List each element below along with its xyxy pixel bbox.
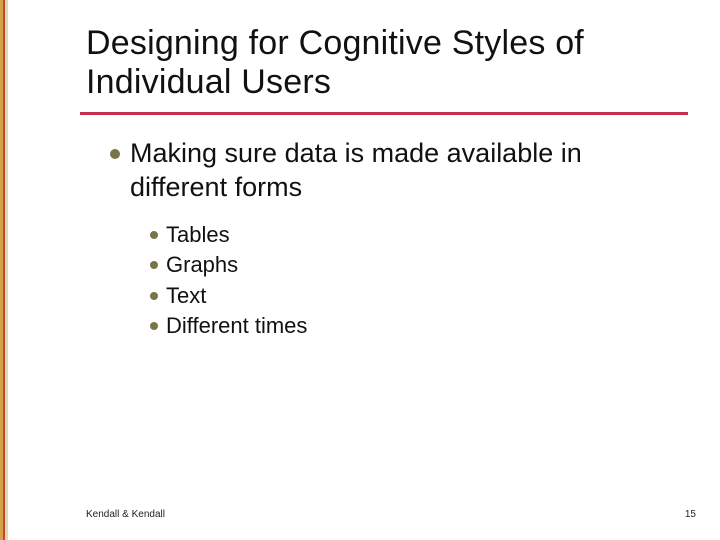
bullet-dot-icon	[150, 231, 158, 239]
bullet-level2: Tables	[150, 221, 680, 250]
bullet-level1: Making sure data is made available in di…	[110, 137, 680, 205]
bullet-level1-text: Making sure data is made available in di…	[130, 137, 680, 205]
bullet-level2-text: Text	[166, 282, 206, 311]
bullet-level2-text: Graphs	[166, 251, 238, 280]
bullet-dot-icon	[150, 261, 158, 269]
bullet-dot-icon	[150, 292, 158, 300]
bullet-level2: Different times	[150, 312, 680, 341]
title-underline	[80, 112, 688, 115]
bullet-level2-group: Tables Graphs Text Different times	[150, 221, 680, 341]
page-number: 15	[685, 509, 696, 520]
bullet-dot-icon	[150, 322, 158, 330]
bullet-dot-icon	[110, 149, 120, 159]
bullet-level2-text: Different times	[166, 312, 307, 341]
footer-author: Kendall & Kendall	[86, 509, 165, 520]
bullet-level2-text: Tables	[166, 221, 230, 250]
bullet-level2: Text	[150, 282, 680, 311]
bullet-level2: Graphs	[150, 251, 680, 280]
slide-title: Designing for Cognitive Styles of Indivi…	[86, 24, 680, 102]
slide: Designing for Cognitive Styles of Indivi…	[0, 0, 720, 540]
